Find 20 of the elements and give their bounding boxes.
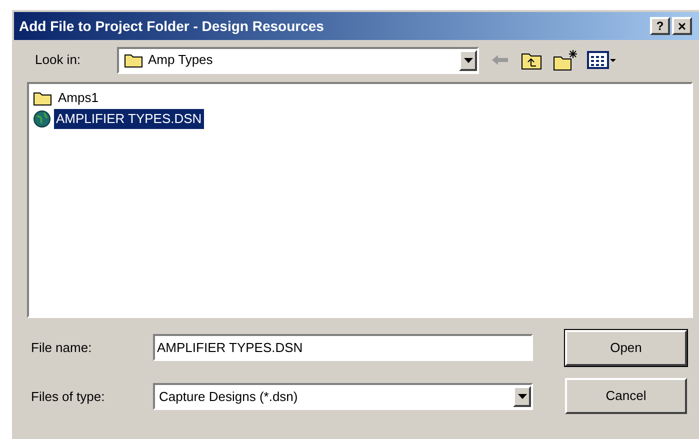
globe-file-icon [33, 110, 51, 128]
file-type-dropdown[interactable]: Capture Designs (*.dsn) [153, 383, 533, 410]
close-button[interactable]: × [672, 17, 692, 35]
file-type-label: Files of type: [31, 388, 106, 406]
dialog-button[interactable]: Open [565, 330, 687, 366]
folder-icon [33, 90, 53, 106]
file-name-label: File name: [31, 338, 93, 357]
dialog-button[interactable]: Cancel [565, 378, 687, 414]
file-item[interactable]: AMPLIFIER TYPES.DSN [54, 109, 204, 129]
new-folder-icon[interactable] [553, 49, 579, 71]
help-button[interactable]: ? [650, 17, 670, 35]
caret-icon[interactable] [518, 394, 526, 399]
folder-icon [124, 52, 144, 68]
view-menu-icon[interactable] [587, 50, 617, 70]
look-in-dropdown[interactable]: Amp Types [117, 46, 479, 74]
caret-icon[interactable] [464, 58, 472, 62]
look-in-label: Look in: [35, 51, 82, 70]
file-name-field[interactable]: AMPLIFIER TYPES.DSN [153, 334, 533, 361]
file-item[interactable]: Amps1 [56, 88, 100, 108]
window-title: Add File to Project Folder - Design Resources [19, 16, 325, 36]
